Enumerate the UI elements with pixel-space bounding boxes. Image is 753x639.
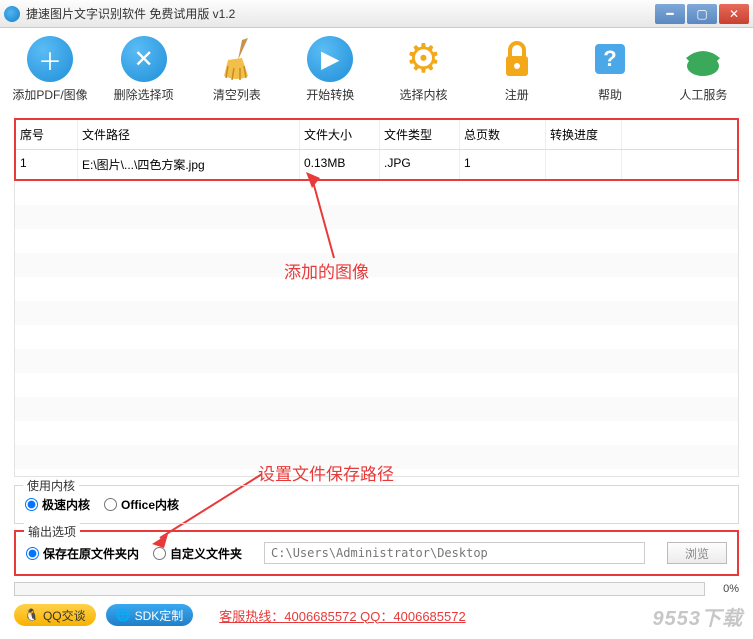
output-path-input[interactable] xyxy=(264,542,645,564)
help-icon: ? xyxy=(587,36,633,82)
toolbar-label: 删除选择项 xyxy=(114,86,174,103)
lock-icon xyxy=(494,36,540,82)
minimize-button[interactable]: ━ xyxy=(655,4,685,24)
delete-selection-button[interactable]: ✕ 删除选择项 xyxy=(108,36,179,103)
table-header: 席号 文件路径 文件大小 文件类型 总页数 转换进度 xyxy=(16,120,737,150)
output-group: 输出选项 保存在原文件夹内 自定义文件夹 浏览 xyxy=(14,530,739,576)
cell-pages: 1 xyxy=(460,150,546,179)
close-button[interactable]: ✕ xyxy=(719,4,749,24)
hotline-link[interactable]: 客服热线：4006685572 QQ：4006685572 xyxy=(219,606,465,625)
cell-progress xyxy=(546,150,622,179)
titlebar: 捷速图片文字识别软件 免费试用版 v1.2 ━ ▢ ✕ xyxy=(0,0,753,28)
sdk-label: SDK定制 xyxy=(135,607,184,624)
progress-percent: 0% xyxy=(711,583,739,595)
col-header-size[interactable]: 文件大小 xyxy=(300,120,380,149)
toolbar-label: 帮助 xyxy=(598,86,622,103)
select-engine-button[interactable]: ⚙ 选择内核 xyxy=(388,36,459,103)
toolbar-label: 注册 xyxy=(505,86,529,103)
engine-legend: 使用内核 xyxy=(23,477,79,494)
phone-icon xyxy=(680,36,726,82)
toolbar-label: 人工服务 xyxy=(679,86,727,103)
toolbar-label: 开始转换 xyxy=(306,86,354,103)
globe-icon: 🌐 xyxy=(116,608,131,622)
plus-icon: ＋ xyxy=(27,36,73,82)
progress-row: 0% xyxy=(14,582,739,596)
radio-input[interactable] xyxy=(26,547,39,560)
clear-list-button[interactable]: 清空列表 xyxy=(201,36,272,103)
radio-input[interactable] xyxy=(153,547,166,560)
svg-text:?: ? xyxy=(603,46,616,71)
radio-save-original[interactable]: 保存在原文件夹内 xyxy=(26,545,139,562)
qq-label: QQ交谈 xyxy=(43,607,86,624)
engine-group: 使用内核 极速内核 Office内核 xyxy=(14,485,739,524)
register-button[interactable]: 注册 xyxy=(481,36,552,103)
output-legend: 输出选项 xyxy=(24,523,80,540)
watermark: 9553下载 xyxy=(653,602,744,631)
radio-office-engine[interactable]: Office内核 xyxy=(104,496,179,513)
col-header-type[interactable]: 文件类型 xyxy=(380,120,460,149)
qq-chat-button[interactable]: 🐧 QQ交谈 xyxy=(14,604,96,626)
play-icon: ▶ xyxy=(307,36,353,82)
sdk-button[interactable]: 🌐 SDK定制 xyxy=(106,604,194,626)
gear-icon: ⚙ xyxy=(400,36,446,82)
footer: 🐧 QQ交谈 🌐 SDK定制 客服热线：4006685572 QQ：400668… xyxy=(0,600,753,630)
cell-size: 0.13MB xyxy=(300,150,380,179)
help-button[interactable]: ? 帮助 xyxy=(574,36,645,103)
radio-input[interactable] xyxy=(104,498,117,511)
x-icon: ✕ xyxy=(121,36,167,82)
file-table: 席号 文件路径 文件大小 文件类型 总页数 转换进度 1 E:\图片\...\四… xyxy=(14,118,739,181)
col-header-path[interactable]: 文件路径 xyxy=(78,120,300,149)
toolbar: ＋ 添加PDF/图像 ✕ 删除选择项 清空列表 ▶ 开始转换 ⚙ 选择内核 注册… xyxy=(0,28,753,118)
cell-type: .JPG xyxy=(380,150,460,179)
add-file-button[interactable]: ＋ 添加PDF/图像 xyxy=(14,36,86,103)
qq-icon: 🐧 xyxy=(24,608,39,622)
window-title: 捷速图片文字识别软件 免费试用版 v1.2 xyxy=(26,5,653,22)
progress-bar xyxy=(14,582,705,596)
radio-input[interactable] xyxy=(25,498,38,511)
col-header-no[interactable]: 席号 xyxy=(16,120,78,149)
cell-path: E:\图片\...\四色方案.jpg xyxy=(78,150,300,179)
app-icon xyxy=(4,6,20,22)
col-header-progress[interactable]: 转换进度 xyxy=(546,120,622,149)
broom-icon xyxy=(214,36,260,82)
browse-button[interactable]: 浏览 xyxy=(667,542,727,564)
file-list-body[interactable] xyxy=(14,181,739,477)
toolbar-label: 清空列表 xyxy=(213,86,261,103)
toolbar-label: 选择内核 xyxy=(399,86,447,103)
radio-fast-engine[interactable]: 极速内核 xyxy=(25,496,90,513)
table-row[interactable]: 1 E:\图片\...\四色方案.jpg 0.13MB .JPG 1 xyxy=(16,150,737,179)
cell-no: 1 xyxy=(16,150,78,179)
maximize-button[interactable]: ▢ xyxy=(687,4,717,24)
service-button[interactable]: 人工服务 xyxy=(668,36,739,103)
toolbar-label: 添加PDF/图像 xyxy=(12,86,87,103)
start-convert-button[interactable]: ▶ 开始转换 xyxy=(295,36,366,103)
col-header-pages[interactable]: 总页数 xyxy=(460,120,546,149)
radio-save-custom[interactable]: 自定义文件夹 xyxy=(153,545,242,562)
